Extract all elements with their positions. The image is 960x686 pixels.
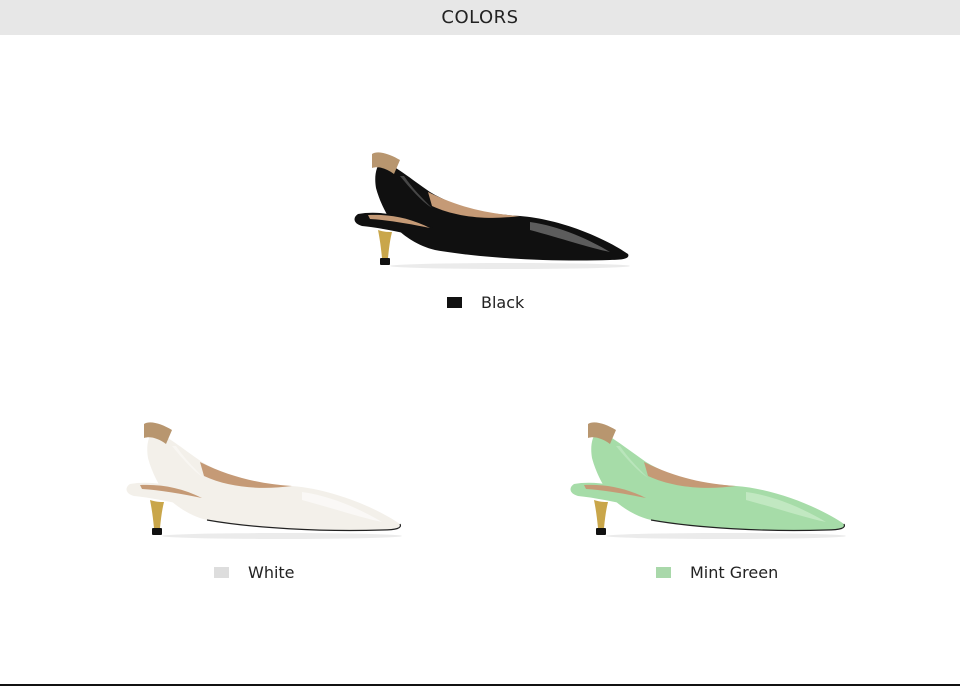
color-swatch (447, 297, 462, 308)
slingback-shoe-icon (354, 152, 630, 269)
section-title: COLORS (441, 7, 519, 28)
color-name: White (248, 563, 295, 582)
product-white[interactable] (112, 418, 412, 548)
slingback-shoe-icon (570, 422, 846, 539)
product-black[interactable] (340, 148, 640, 278)
product-mint-green[interactable] (556, 418, 856, 548)
color-swatch (214, 567, 229, 578)
color-name: Black (481, 293, 525, 312)
color-name: Mint Green (690, 563, 779, 582)
color-label-black: Black (447, 293, 524, 312)
color-swatch (656, 567, 671, 578)
slingback-shoe-icon (126, 422, 402, 539)
section-header: COLORS (0, 0, 960, 35)
color-label-white: White (214, 563, 295, 582)
color-label-mint-green: Mint Green (656, 563, 778, 582)
